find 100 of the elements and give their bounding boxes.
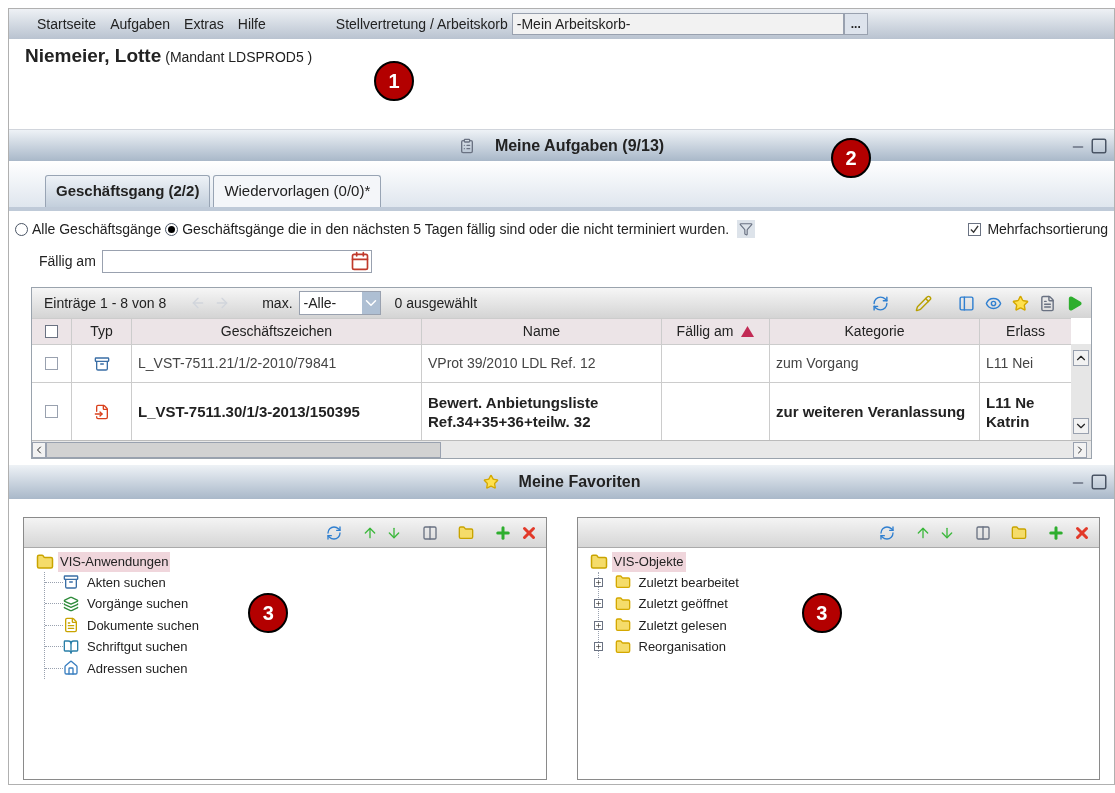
stack-icon bbox=[63, 595, 79, 612]
tree-item[interactable]: Vorgänge suchen bbox=[87, 594, 189, 614]
clipboard-icon bbox=[458, 137, 475, 154]
book-icon bbox=[63, 638, 79, 655]
scroll-left-icon[interactable] bbox=[32, 441, 46, 458]
add-icon[interactable] bbox=[1047, 523, 1065, 542]
column-header[interactable]: Kategorie bbox=[770, 319, 980, 344]
filter-icon[interactable] bbox=[737, 220, 756, 238]
table-cell: L_VST-7511.21/1/2-2010/79841 bbox=[138, 354, 337, 373]
sort-ascending-icon bbox=[741, 326, 755, 337]
column-header[interactable]: Typ bbox=[72, 319, 132, 344]
tree-item[interactable]: Zuletzt geöffnet bbox=[638, 594, 728, 614]
row-checkbox[interactable] bbox=[45, 357, 58, 370]
checkbox[interactable] bbox=[968, 222, 982, 236]
row-checkbox[interactable] bbox=[45, 405, 58, 418]
table-cell: zur weiteren Veranlassung bbox=[776, 402, 966, 421]
scroll-down-icon[interactable] bbox=[1073, 418, 1089, 434]
folder-icon bbox=[614, 638, 631, 655]
selected-count: 0 ausgewählt bbox=[394, 293, 478, 313]
radio-label[interactable]: Alle Geschäftsgänge bbox=[32, 218, 162, 240]
expand-toggle[interactable] bbox=[593, 642, 603, 652]
table-cell-text: L11 Ne Katrin bbox=[986, 392, 1036, 431]
column-header[interactable]: Fällig am bbox=[662, 319, 770, 344]
select-all-checkbox[interactable] bbox=[45, 325, 58, 338]
table-row[interactable]: L_VST-7511.21/1/2-2010/79841 VProt 39/2010 LDL Ref. 12 zum Vorgang L11 Nei bbox=[32, 344, 1071, 382]
star-icon bbox=[482, 474, 499, 490]
binder-icon bbox=[93, 355, 110, 372]
column-header[interactable]: Geschäftszeichen bbox=[132, 319, 422, 344]
work-basket-field[interactable]: -Mein Arbeitskorb- bbox=[511, 13, 844, 35]
menu-item[interactable]: Hilfe bbox=[237, 13, 266, 35]
star-icon[interactable] bbox=[1012, 294, 1029, 312]
pencil-icon[interactable] bbox=[915, 294, 932, 312]
maximize-icon[interactable] bbox=[1090, 137, 1108, 155]
annotation-marker: 3 bbox=[801, 593, 842, 633]
browse-button[interactable]: ... bbox=[843, 13, 868, 35]
due-date-label: Fällig am bbox=[39, 251, 96, 271]
document-icon[interactable] bbox=[1039, 294, 1056, 312]
tree-item[interactable]: Zuletzt gelesen bbox=[638, 615, 727, 635]
expand-toggle[interactable] bbox=[593, 599, 603, 609]
tree-item[interactable]: Akten suchen bbox=[87, 572, 166, 592]
scroll-up-icon[interactable] bbox=[1073, 350, 1089, 366]
new-folder-icon[interactable] bbox=[457, 524, 474, 541]
maximize-icon[interactable] bbox=[1090, 473, 1108, 491]
horizontal-scrollbar[interactable] bbox=[32, 440, 1091, 458]
tree-item[interactable]: Schriftgut suchen bbox=[87, 637, 188, 657]
radio-label[interactable]: Geschäftsgänge die in den nächsten 5 Tagen fällig sind oder die nicht terminiert wurden. bbox=[182, 218, 730, 240]
tree-item[interactable]: VIS-Objekte bbox=[611, 552, 686, 572]
document-arrow-icon bbox=[93, 403, 110, 420]
export-icon[interactable] bbox=[1066, 294, 1083, 312]
tree-item[interactable]: VIS-Anwendungen bbox=[58, 552, 171, 572]
refresh-icon[interactable] bbox=[872, 294, 889, 312]
entries-count: Einträge 1 - 8 von 8 bbox=[44, 293, 167, 313]
expand-toggle[interactable] bbox=[593, 620, 603, 630]
tree-item[interactable]: Dokumente suchen bbox=[87, 615, 199, 635]
rename-icon[interactable] bbox=[421, 524, 438, 541]
radio-button[interactable] bbox=[15, 222, 28, 236]
refresh-icon[interactable] bbox=[879, 524, 895, 541]
menu-item[interactable]: Startseite bbox=[37, 13, 97, 35]
binder-icon bbox=[63, 574, 79, 591]
house-icon bbox=[63, 660, 79, 677]
tab[interactable]: Wiedervorlagen (0/0)* bbox=[213, 175, 382, 207]
panel-title: Meine Favoriten bbox=[518, 472, 641, 492]
menu-item[interactable]: Aufgaben bbox=[110, 13, 171, 35]
table-cell-text: Bewert. Anbietungsliste Ref.34+35+36+teilw. 32 bbox=[428, 392, 600, 431]
radio-button[interactable] bbox=[165, 222, 179, 236]
tree-item[interactable]: Adressen suchen bbox=[87, 658, 188, 678]
panel-title: Meine Aufgaben (9/13) bbox=[494, 135, 665, 156]
table-cell: L11 Nei bbox=[986, 354, 1034, 373]
max-label: max. bbox=[262, 293, 293, 313]
folder-icon bbox=[614, 574, 631, 591]
document-icon bbox=[63, 617, 79, 634]
due-date-field[interactable] bbox=[101, 249, 372, 273]
layout-icon[interactable] bbox=[958, 294, 975, 312]
new-folder-icon[interactable] bbox=[1011, 524, 1027, 541]
tree-item[interactable]: Zuletzt bearbeitet bbox=[638, 572, 739, 592]
tree-item[interactable]: Reorganisation bbox=[638, 637, 726, 657]
folder-icon bbox=[614, 617, 631, 634]
scroll-right-icon[interactable] bbox=[1073, 441, 1087, 458]
table-cell: zum Vorgang bbox=[776, 354, 859, 373]
folder-icon bbox=[36, 552, 54, 571]
client-label: (Mandant LDSPROD5 ) bbox=[165, 48, 313, 67]
tab[interactable]: Geschäftsgang (2/2) bbox=[45, 175, 211, 207]
menu-item[interactable]: Extras bbox=[184, 13, 224, 35]
expand-toggle[interactable] bbox=[593, 577, 603, 587]
table-cell: L_VST-7511.30/1/3-2013/150395 bbox=[138, 402, 360, 421]
annotation-marker: 1 bbox=[374, 61, 414, 101]
substitute-label: Stellvertretung / Arbeitskorb bbox=[335, 14, 508, 34]
vertical-scrollbar[interactable] bbox=[1071, 344, 1091, 440]
checkbox-label[interactable]: Mehrfachsortierung bbox=[987, 218, 1108, 240]
add-icon[interactable] bbox=[493, 523, 512, 542]
annotation-marker: 2 bbox=[831, 138, 871, 178]
folder-icon bbox=[589, 552, 608, 571]
annotation-marker: 3 bbox=[248, 593, 289, 633]
user-name: Niemeier, Lotte bbox=[25, 44, 162, 68]
max-rows-select[interactable]: -Alle- bbox=[298, 291, 381, 315]
rename-icon[interactable] bbox=[975, 524, 991, 541]
column-header[interactable]: Name bbox=[422, 319, 662, 344]
column-header[interactable]: Erlass bbox=[980, 319, 1071, 344]
refresh-icon[interactable] bbox=[325, 524, 342, 541]
folder-icon bbox=[614, 595, 631, 612]
